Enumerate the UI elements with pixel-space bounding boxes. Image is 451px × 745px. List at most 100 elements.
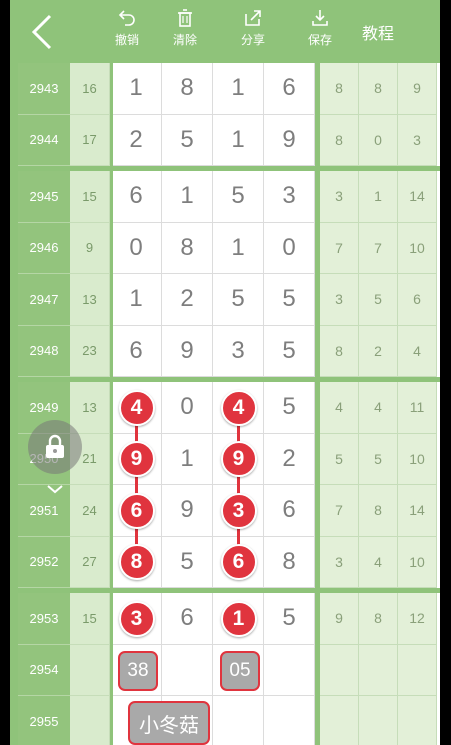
digit-cell[interactable]: 1 bbox=[111, 63, 162, 115]
stat-cell: 3 bbox=[398, 114, 437, 166]
digit-cell[interactable]: 2 bbox=[264, 433, 315, 485]
undo-button[interactable]: 撤销 bbox=[102, 8, 152, 56]
sum-cell: 23 bbox=[70, 325, 110, 377]
digit-cell[interactable]: 5 bbox=[162, 114, 213, 166]
back-button[interactable] bbox=[24, 12, 60, 52]
stat-cell: 6 bbox=[398, 274, 437, 326]
table-row: 2955 bbox=[10, 696, 440, 745]
table-row: 2947 13 1 2 5 5 3 5 6 bbox=[10, 274, 440, 326]
app-window: 撤销 清除 分享 保存 教程 2943 16 1 8 1 6 8 8 9 2944 17 2 5 1 9 8 0… bbox=[10, 0, 440, 745]
stat-cell: 7 bbox=[359, 222, 398, 274]
clear-button[interactable]: 清除 bbox=[160, 8, 210, 56]
digit-cell[interactable]: 9 bbox=[264, 114, 315, 166]
sum-cell: 27 bbox=[70, 536, 110, 588]
column-separator bbox=[315, 63, 320, 745]
digit-cell[interactable]: 6 bbox=[111, 171, 162, 223]
download-icon bbox=[312, 10, 328, 26]
sum-cell: 17 bbox=[70, 114, 110, 166]
digit-cell[interactable]: 1 bbox=[213, 63, 264, 115]
stat-cell: 0 bbox=[359, 114, 398, 166]
period-cell: 2944 bbox=[18, 114, 70, 166]
stat-cell: 3 bbox=[320, 274, 359, 326]
stat-cell: 9 bbox=[320, 593, 359, 645]
stat-cell: 8 bbox=[320, 114, 359, 166]
save-label: 保存 bbox=[307, 33, 332, 47]
sum-cell: 13 bbox=[70, 382, 110, 434]
stat-cell: 7 bbox=[320, 485, 359, 537]
highlighted-digit-ball[interactable]: 6 bbox=[220, 544, 257, 581]
digit-cell[interactable]: 5 bbox=[264, 274, 315, 326]
lock-button[interactable] bbox=[28, 420, 82, 474]
tutorial-button[interactable]: 教程 bbox=[362, 20, 394, 44]
digit-cell[interactable]: 0 bbox=[264, 222, 315, 274]
lock-icon bbox=[46, 434, 64, 458]
stat-cell: 7 bbox=[320, 222, 359, 274]
period-cell: 2945 bbox=[18, 171, 70, 223]
prediction-tag[interactable]: 38 bbox=[118, 650, 158, 691]
stat-cell: 10 bbox=[398, 222, 437, 274]
digit-cell[interactable] bbox=[264, 644, 315, 696]
sum-cell: 15 bbox=[70, 593, 110, 645]
digit-cell[interactable]: 1 bbox=[162, 433, 213, 485]
trash-icon bbox=[178, 9, 192, 27]
table-row: 2944 17 2 5 1 9 8 0 3 bbox=[10, 114, 440, 166]
share-label: 分享 bbox=[240, 33, 265, 47]
highlighted-digit-ball[interactable]: 9 bbox=[118, 441, 155, 478]
digit-cell[interactable]: 9 bbox=[162, 325, 213, 377]
digit-cell[interactable]: 5 bbox=[264, 593, 315, 645]
highlighted-digit-ball[interactable]: 4 bbox=[118, 389, 155, 426]
highlighted-digit-ball[interactable]: 4 bbox=[220, 389, 257, 426]
stat-cell bbox=[359, 696, 398, 745]
table-row: 2945 15 6 1 5 3 3 1 14 bbox=[10, 171, 440, 223]
share-button[interactable]: 分享 bbox=[228, 8, 278, 56]
digit-cell[interactable]: 1 bbox=[213, 114, 264, 166]
highlighted-digit-ball[interactable]: 9 bbox=[220, 441, 257, 478]
stat-cell: 12 bbox=[398, 593, 437, 645]
period-cell: 2947 bbox=[18, 274, 70, 326]
highlighted-digit-ball[interactable]: 3 bbox=[220, 492, 257, 529]
digit-cell[interactable]: 8 bbox=[162, 63, 213, 115]
digit-cell[interactable]: 0 bbox=[111, 222, 162, 274]
digit-cell[interactable]: 5 bbox=[162, 536, 213, 588]
stat-cell bbox=[398, 696, 437, 745]
digit-cell[interactable]: 0 bbox=[162, 382, 213, 434]
digit-cell[interactable] bbox=[162, 644, 213, 696]
digit-cell[interactable]: 5 bbox=[213, 274, 264, 326]
highlighted-digit-ball[interactable]: 6 bbox=[118, 492, 155, 529]
highlighted-digit-ball[interactable]: 1 bbox=[220, 600, 257, 637]
stat-cell: 14 bbox=[398, 171, 437, 223]
digit-cell[interactable]: 8 bbox=[162, 222, 213, 274]
digit-cell[interactable] bbox=[264, 696, 315, 745]
digit-cell[interactable]: 6 bbox=[162, 593, 213, 645]
stat-cell: 3 bbox=[320, 536, 359, 588]
stat-cell bbox=[398, 644, 437, 696]
highlighted-digit-ball[interactable]: 8 bbox=[118, 544, 155, 581]
prediction-tag[interactable]: 05 bbox=[220, 650, 260, 691]
digit-cell[interactable]: 9 bbox=[162, 485, 213, 537]
digit-cell[interactable]: 2 bbox=[111, 114, 162, 166]
stat-cell: 5 bbox=[320, 433, 359, 485]
digit-cell[interactable]: 3 bbox=[213, 325, 264, 377]
digit-cell[interactable]: 1 bbox=[162, 171, 213, 223]
digit-cell[interactable]: 6 bbox=[111, 325, 162, 377]
highlighted-digit-ball[interactable]: 3 bbox=[118, 600, 155, 637]
undo-icon bbox=[118, 10, 135, 26]
digit-cell[interactable]: 5 bbox=[213, 171, 264, 223]
period-cell: 2943 bbox=[18, 63, 70, 115]
save-button[interactable]: 保存 bbox=[295, 8, 345, 56]
digit-cell[interactable]: 3 bbox=[264, 171, 315, 223]
digit-cell[interactable]: 6 bbox=[264, 63, 315, 115]
digit-cell[interactable]: 5 bbox=[264, 325, 315, 377]
stat-cell: 4 bbox=[359, 382, 398, 434]
digit-cell[interactable] bbox=[213, 696, 264, 745]
sum-cell: 15 bbox=[70, 171, 110, 223]
period-cell: 2946 bbox=[18, 222, 70, 274]
digit-cell[interactable]: 8 bbox=[264, 536, 315, 588]
digit-cell[interactable]: 1 bbox=[111, 274, 162, 326]
digit-cell[interactable]: 5 bbox=[264, 382, 315, 434]
stat-cell: 8 bbox=[359, 593, 398, 645]
stat-cell bbox=[320, 644, 359, 696]
digit-cell[interactable]: 6 bbox=[264, 485, 315, 537]
digit-cell[interactable]: 1 bbox=[213, 222, 264, 274]
digit-cell[interactable]: 2 bbox=[162, 274, 213, 326]
